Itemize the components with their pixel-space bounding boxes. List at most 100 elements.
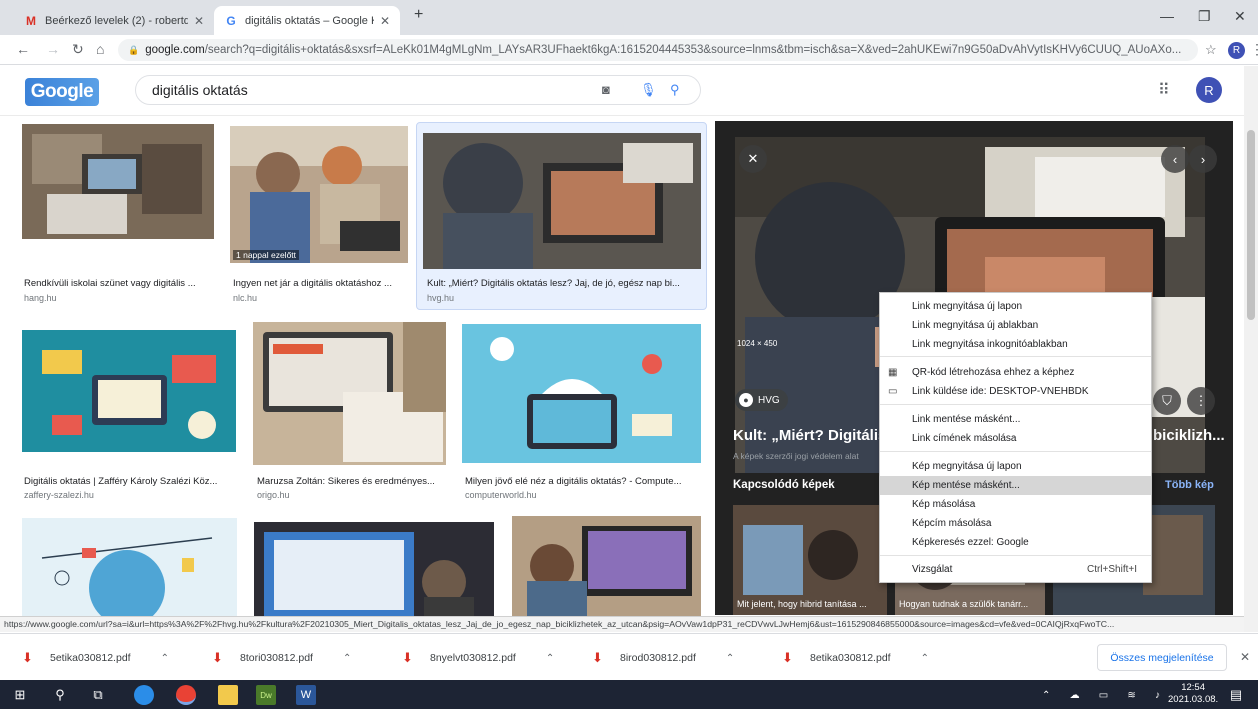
profile-avatar[interactable]: R: [1228, 42, 1245, 59]
selected-result-card[interactable]: Kult: „Miért? Digitális oktatás lesz? Ja…: [416, 122, 707, 310]
system-tray[interactable]: ⌃ ☁ ▭ ≋ ♪: [1042, 685, 1160, 705]
new-tab-button[interactable]: +: [414, 6, 423, 24]
more-options-icon[interactable]: ⋮: [1187, 387, 1215, 415]
bookmark-star-icon[interactable]: ☆: [1205, 42, 1217, 58]
minimize-icon[interactable]: —: [1160, 8, 1174, 24]
result-image: [462, 324, 701, 463]
result-caption[interactable]: Rendkívüli iskolai szünet vagy digitális…: [24, 278, 214, 289]
back-icon[interactable]: ←: [16, 41, 30, 57]
tab-google-search[interactable]: G digitális oktatás – Google Kereső ✕: [214, 6, 400, 35]
chevron-up-icon[interactable]: ⌃: [161, 653, 169, 664]
result-caption[interactable]: Ingyen net jár a digitális oktatáshoz ..…: [233, 278, 408, 289]
bookmark-icon[interactable]: ⛉: [1153, 387, 1181, 415]
file-explorer-icon[interactable]: [218, 685, 238, 705]
search-icon[interactable]: ⚲: [670, 82, 680, 98]
camera-icon[interactable]: ◙: [602, 82, 610, 97]
menu-dots-icon[interactable]: ⋮: [1250, 41, 1258, 58]
panel-title-end[interactable]: biciklizh...: [1153, 427, 1225, 444]
battery-icon: ▭: [1098, 689, 1109, 701]
search-query: digitális oktatás: [152, 82, 248, 98]
menu-copy-link-address[interactable]: Link címének másolása: [880, 429, 1151, 448]
word-icon[interactable]: W: [296, 685, 316, 705]
next-image-icon[interactable]: ›: [1189, 145, 1217, 173]
windows-taskbar: ⊞ ⚲ ⧉ Dw W ⌃ ☁ ▭ ≋ ♪ 12:54 2021.03.08. ▤: [0, 680, 1258, 709]
menu-copy-image[interactable]: Kép másolása: [880, 495, 1151, 514]
vertical-scrollbar[interactable]: [1244, 66, 1258, 632]
menu-open-link-new-tab[interactable]: Link megnyitása új lapon: [880, 297, 1151, 316]
account-avatar[interactable]: R: [1196, 77, 1222, 103]
chrome-icon[interactable]: [176, 685, 196, 705]
close-tab-icon[interactable]: ✕: [194, 14, 204, 28]
show-all-downloads-button[interactable]: Összes megjelenítése: [1097, 644, 1227, 671]
forward-icon[interactable]: →: [46, 41, 60, 57]
result-image: [22, 124, 214, 239]
menu-inspect[interactable]: Vizsgálat Ctrl+Shift+I: [880, 560, 1151, 579]
edge-icon[interactable]: [134, 685, 154, 705]
close-window-icon[interactable]: ✕: [1234, 8, 1246, 25]
previous-image-icon[interactable]: ‹: [1161, 145, 1189, 173]
result-caption[interactable]: Milyen jövő elé néz a digitális oktatás?…: [465, 476, 700, 487]
scrollbar-thumb[interactable]: [1247, 130, 1255, 320]
close-tab-icon[interactable]: ✕: [380, 14, 390, 28]
chevron-up-icon[interactable]: ⌃: [343, 653, 351, 664]
task-view-icon[interactable]: ⧉: [90, 685, 106, 705]
chevron-up-icon[interactable]: ⌃: [1042, 690, 1050, 701]
result-caption[interactable]: Maruzsa Zoltán: Sikeres és eredményes...: [257, 476, 447, 487]
download-item[interactable]: ⬇ 8nyelvt030812.pdf ⌃: [402, 646, 554, 670]
menu-open-image-new-tab[interactable]: Kép megnyitása új lapon: [880, 457, 1151, 476]
url-path: /search?q=digitális+oktatás&sxsrf=ALeKk0…: [204, 44, 1182, 56]
search-input[interactable]: digitális oktatás ◙ 🎙 ⚲: [135, 75, 701, 105]
chevron-up-icon[interactable]: ⌃: [921, 653, 929, 664]
taskbar-clock[interactable]: 12:54 2021.03.08.: [1168, 682, 1218, 706]
download-item[interactable]: ⬇ 8tori030812.pdf ⌃: [212, 646, 351, 670]
menu-save-link-as[interactable]: Link mentése másként...: [880, 410, 1151, 429]
result-source: nlc.hu: [233, 293, 258, 303]
pdf-icon: ⬇: [22, 650, 33, 665]
menu-create-qr-code[interactable]: ▦ QR-kód létrehozása ehhez a képhez: [880, 363, 1151, 382]
result-thumbnail[interactable]: [253, 322, 446, 465]
source-chip[interactable]: ● HVG: [735, 389, 788, 411]
close-panel-icon[interactable]: ✕: [739, 145, 767, 173]
menu-open-link-new-window[interactable]: Link megnyitása új ablakban: [880, 316, 1151, 335]
tab-gmail[interactable]: M Beérkező levelek (2) - robertden ✕: [14, 6, 214, 35]
download-item[interactable]: ⬇ 8irod030812.pdf ⌃: [592, 646, 734, 670]
result-thumbnail[interactable]: [22, 518, 237, 616]
microphone-icon[interactable]: 🎙: [640, 82, 657, 98]
chevron-up-icon[interactable]: ⌃: [726, 653, 734, 664]
google-logo[interactable]: Google: [25, 78, 99, 106]
result-thumbnail[interactable]: [22, 124, 214, 239]
search-icon[interactable]: ⚲: [52, 685, 68, 705]
menu-copy-image-address[interactable]: Képcím másolása: [880, 514, 1151, 533]
related-image[interactable]: Mit jelent, hogy hibrid tanítása ...: [733, 505, 887, 615]
result-caption[interactable]: Digitális oktatás | Zafféry Károly Szalé…: [24, 476, 234, 487]
result-thumbnail[interactable]: [254, 522, 494, 616]
menu-separator: [880, 356, 1151, 357]
close-downloads-icon[interactable]: ✕: [1240, 650, 1250, 664]
result-thumbnail[interactable]: 1 nappal ezelőtt: [230, 126, 408, 263]
more-images-link[interactable]: Több kép: [1165, 479, 1214, 491]
panel-title[interactable]: Kult: „Miért? Digitális: [733, 427, 886, 444]
result-thumbnail[interactable]: [22, 330, 236, 452]
result-thumbnail[interactable]: [462, 324, 701, 463]
menu-save-image-as[interactable]: Kép mentése másként...: [880, 476, 1151, 495]
dreamweaver-icon[interactable]: Dw: [256, 685, 276, 705]
address-bar[interactable]: 🔒 google.com/search?q=digitális+oktatás&…: [118, 39, 1198, 61]
result-source: origo.hu: [257, 490, 290, 500]
chevron-up-icon[interactable]: ⌃: [546, 653, 554, 664]
download-item[interactable]: ⬇ 8etika030812.pdf ⌃: [782, 646, 929, 670]
maximize-icon[interactable]: ❐: [1198, 8, 1211, 25]
notifications-icon[interactable]: ▤: [1228, 685, 1244, 705]
url-host: google.com: [145, 44, 205, 56]
home-icon[interactable]: ⌂: [96, 41, 104, 57]
reload-icon[interactable]: ↻: [72, 41, 84, 58]
google-header: Google digitális oktatás ◙ 🎙 ⚲ ⠿ R: [0, 66, 1244, 116]
menu-send-link-to-device[interactable]: ▭ Link küldése ide: DESKTOP-VNEHBDK: [880, 382, 1151, 401]
result-thumbnail[interactable]: [512, 516, 701, 616]
download-item[interactable]: ⬇ 5etika030812.pdf ⌃: [22, 646, 169, 670]
windows-start-icon[interactable]: ⊞: [12, 685, 28, 705]
menu-search-image-google[interactable]: Képkeresés ezzel: Google: [880, 533, 1151, 552]
result-source: hvg.hu: [427, 293, 455, 303]
apps-grid-icon[interactable]: ⠿: [1158, 80, 1170, 100]
menu-label: Link megnyitása új lapon: [912, 301, 1023, 312]
menu-open-link-incognito[interactable]: Link megnyitása inkognitóablakban: [880, 335, 1151, 354]
